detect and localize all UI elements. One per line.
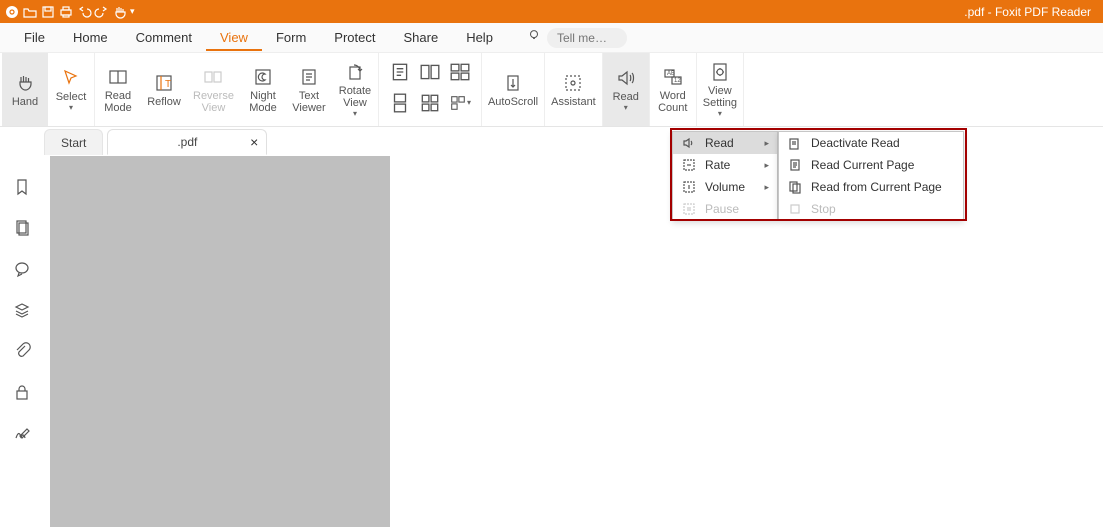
chevron-down-icon: ▾ xyxy=(624,103,628,112)
book-icon xyxy=(107,66,129,88)
tab-document[interactable]: .pdf × xyxy=(107,129,267,155)
hand-qat-icon[interactable] xyxy=(112,4,128,20)
save-icon[interactable] xyxy=(40,4,56,20)
pages-icon[interactable] xyxy=(13,219,31,242)
chevron-down-icon: ▾ xyxy=(353,109,357,118)
submenu-stop: Stop xyxy=(779,198,963,220)
view-setting-button[interactable]: View Setting ▾ xyxy=(697,53,743,126)
rate-icon xyxy=(681,158,697,172)
continuous-facing-icon[interactable] xyxy=(449,61,471,83)
nav-sidebar xyxy=(0,156,44,527)
menu-help[interactable]: Help xyxy=(452,24,507,51)
reverse-icon xyxy=(202,66,224,88)
text-icon xyxy=(298,66,320,88)
menu-view[interactable]: View xyxy=(206,24,262,51)
autoscroll-button[interactable]: AutoScroll xyxy=(482,53,544,126)
redo-icon[interactable] xyxy=(94,4,110,20)
speaker-icon xyxy=(615,67,637,89)
stop-icon xyxy=(787,202,803,216)
hand-icon xyxy=(14,72,36,94)
svg-text:T: T xyxy=(165,79,171,90)
layers-icon[interactable] xyxy=(13,301,31,324)
chevron-down-icon: ▾ xyxy=(69,103,73,112)
settings-page-icon xyxy=(709,61,731,83)
read-menu-pause: Pause xyxy=(673,198,777,220)
rotate-view-button[interactable]: Rotate View ▾ xyxy=(332,53,378,126)
menu-file[interactable]: File xyxy=(10,24,59,51)
thumbnails-icon[interactable] xyxy=(419,92,441,114)
read-menu-volume[interactable]: Volume ▸ xyxy=(673,176,777,198)
window-title: .pdf - Foxit PDF Reader xyxy=(964,5,1091,19)
pause-icon xyxy=(681,202,697,216)
menubar: File Home Comment View Form Protect Shar… xyxy=(0,23,1103,53)
menu-form[interactable]: Form xyxy=(262,24,320,51)
select-icon xyxy=(60,67,82,89)
submenu-deactivate-read[interactable]: Deactivate Read xyxy=(779,132,963,154)
facing-pages-icon[interactable] xyxy=(419,61,441,83)
read-menu: Read ▸ Rate ▸ Volume ▸ Pause xyxy=(672,131,778,221)
reflow-button[interactable]: T Reflow xyxy=(141,53,187,126)
menu-share[interactable]: Share xyxy=(389,24,452,51)
deactivate-icon xyxy=(787,136,803,150)
word-count-button[interactable]: AB12 Word Count xyxy=(650,53,696,126)
menu-protect[interactable]: Protect xyxy=(320,24,389,51)
pages-forward-icon xyxy=(787,180,803,194)
page-canvas[interactable] xyxy=(50,156,390,527)
reflow-icon: T xyxy=(153,72,175,94)
read-menu-read[interactable]: Read ▸ xyxy=(673,132,777,154)
svg-text:12: 12 xyxy=(674,78,681,84)
chevron-right-icon: ▸ xyxy=(764,138,769,149)
word-count-icon: AB12 xyxy=(662,66,684,88)
read-submenu: Deactivate Read Read Current Page Read f… xyxy=(778,131,964,221)
select-button[interactable]: Select ▾ xyxy=(48,53,94,126)
ribbon: Hand Select ▾ Read Mode T Reflow Reverse… xyxy=(0,53,1103,127)
submenu-read-from-current[interactable]: Read from Current Page xyxy=(779,176,963,198)
app-logo-icon xyxy=(4,4,20,20)
autoscroll-icon xyxy=(502,72,524,94)
chevron-right-icon: ▸ xyxy=(764,160,769,171)
text-viewer-button[interactable]: Text Viewer xyxy=(286,53,332,126)
security-icon[interactable] xyxy=(13,383,31,406)
lightbulb-icon xyxy=(527,28,541,47)
open-icon[interactable] xyxy=(22,4,38,20)
qat-dropdown-icon[interactable]: ▾ xyxy=(130,6,135,17)
assistant-icon xyxy=(562,72,584,94)
close-icon[interactable]: × xyxy=(250,134,258,150)
titlebar: ▾ .pdf - Foxit PDF Reader xyxy=(0,0,1103,23)
menu-comment[interactable]: Comment xyxy=(122,24,206,51)
speaker-icon xyxy=(681,136,697,150)
svg-text:AB: AB xyxy=(667,71,675,77)
continuous-icon[interactable] xyxy=(389,92,411,114)
single-page-icon[interactable] xyxy=(389,61,411,83)
rotate-icon xyxy=(344,61,366,83)
quick-access-toolbar: ▾ xyxy=(4,4,135,20)
night-mode-button[interactable]: Night Mode xyxy=(240,53,286,126)
read-button[interactable]: Read ▾ xyxy=(603,53,649,126)
hand-button[interactable]: Hand xyxy=(2,53,48,126)
submenu-read-current-page[interactable]: Read Current Page xyxy=(779,154,963,176)
attachment-icon[interactable] xyxy=(13,342,31,365)
reverse-view-button[interactable]: Reverse View xyxy=(187,53,240,126)
assistant-button[interactable]: Assistant xyxy=(545,53,602,126)
tab-start[interactable]: Start xyxy=(44,129,103,155)
read-mode-button[interactable]: Read Mode xyxy=(95,53,141,126)
bookmark-icon[interactable] xyxy=(13,178,31,201)
print-icon[interactable] xyxy=(58,4,74,20)
chevron-down-icon: ▾ xyxy=(718,109,722,118)
page-icon xyxy=(787,158,803,172)
menu-home[interactable]: Home xyxy=(59,24,122,51)
read-menu-rate[interactable]: Rate ▸ xyxy=(673,154,777,176)
comments-icon[interactable] xyxy=(13,260,31,283)
undo-icon[interactable] xyxy=(76,4,92,20)
page-display-group: ▾ xyxy=(379,53,481,126)
tell-me-input[interactable] xyxy=(547,28,627,48)
layout-more-icon[interactable]: ▾ xyxy=(449,92,471,114)
chevron-right-icon: ▸ xyxy=(764,182,769,193)
volume-icon xyxy=(681,180,697,194)
moon-icon xyxy=(252,66,274,88)
signature-icon[interactable] xyxy=(13,424,31,447)
